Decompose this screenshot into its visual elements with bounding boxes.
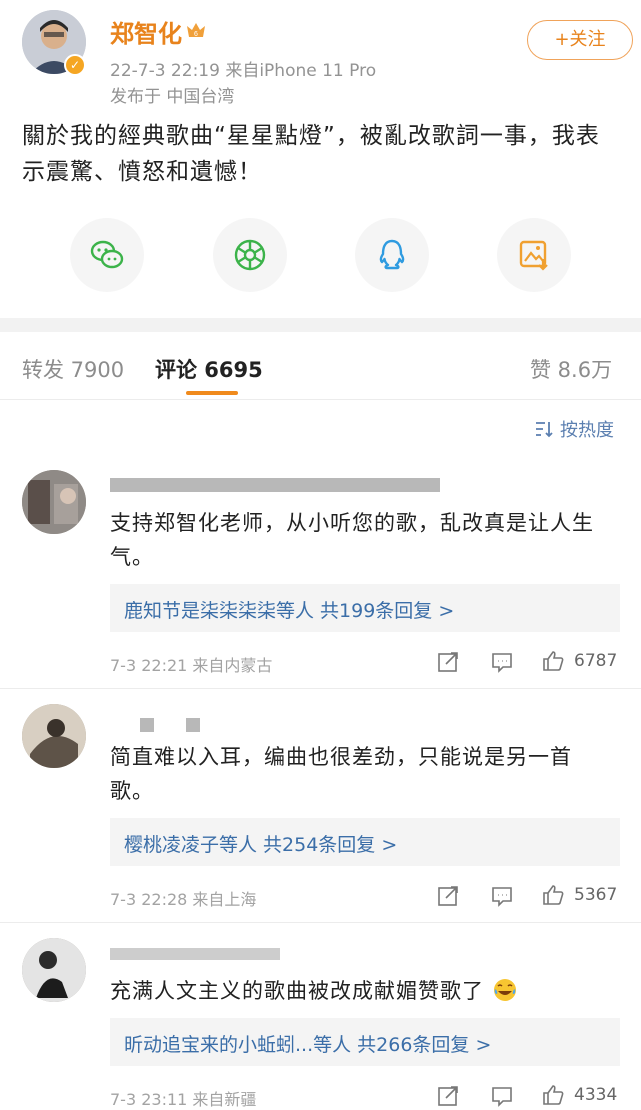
like-icon[interactable] xyxy=(541,883,565,907)
active-tab-indicator xyxy=(186,391,238,395)
svg-text:6: 6 xyxy=(194,31,198,38)
like-icon[interactable] xyxy=(541,1083,565,1107)
reply-summary-text: 鹿知节是柒柒柒柒等人 共199条回复 > xyxy=(124,600,455,622)
share-wechat-button[interactable] xyxy=(70,218,144,292)
commenter-name-obscured xyxy=(140,718,154,732)
reply-summary[interactable]: 昕动追宝来的小蚯蚓...等人 共266条回复 > xyxy=(110,1018,620,1066)
save-image-button[interactable] xyxy=(497,218,571,292)
commenter-avatar[interactable] xyxy=(22,704,86,768)
commenter-name-obscured xyxy=(186,718,200,732)
comment-separator xyxy=(0,922,641,923)
like-count: 5367 xyxy=(574,885,618,905)
post-location: 发布于 中国台湾 xyxy=(110,87,235,107)
comment-meta: 7-3 22:28 来自上海 xyxy=(110,890,257,909)
post-time-source: 22-7-3 22:19 来自iPhone 11 Pro xyxy=(110,61,377,81)
share-icon[interactable] xyxy=(436,884,460,908)
post-text: 關於我的經典歌曲“星星點燈”，被亂改歌詞一事，我表示震驚、憤怒和遺憾！ xyxy=(22,123,600,185)
commenter-avatar[interactable] xyxy=(22,470,86,534)
commenter-name-obscured xyxy=(110,948,280,960)
reply-summary-text: 昕动追宝来的小蚯蚓...等人 共266条回复 > xyxy=(124,1034,492,1056)
commenter-name-obscured xyxy=(110,478,440,492)
verified-badge-icon: ✓ xyxy=(64,54,86,76)
sort-icon xyxy=(536,422,553,438)
comment-text: 简直难以入耳，编曲也很差劲，只能说是另一首歌。 xyxy=(110,745,572,803)
sort-button[interactable]: 按热度 xyxy=(534,416,614,442)
qq-icon xyxy=(379,239,405,270)
like-icon[interactable] xyxy=(541,649,565,673)
save-image-icon xyxy=(519,240,548,271)
comment-separator xyxy=(0,688,641,689)
share-icon[interactable] xyxy=(436,1084,460,1108)
comment-icon[interactable] xyxy=(490,650,514,674)
tab-likes[interactable]: 赞 8.6万 xyxy=(530,354,612,384)
reply-summary-text: 樱桃凌凌子等人 共254条回复 > xyxy=(124,834,398,856)
comment-icon[interactable] xyxy=(490,884,514,908)
tab-repost[interactable]: 转发 7900 xyxy=(22,354,124,384)
comment-icon[interactable] xyxy=(490,1084,514,1108)
follow-button[interactable]: +关注 xyxy=(527,20,633,60)
author-name[interactable]: 郑智化 xyxy=(110,14,182,49)
comment-text: 充满人文主义的歌曲被改成献媚赞歌了 xyxy=(110,974,615,1008)
share-icon[interactable] xyxy=(436,650,460,674)
comment-meta: 7-3 23:11 来自新疆 xyxy=(110,1090,257,1109)
vip-crown-icon: 6 xyxy=(187,23,205,38)
reply-summary[interactable]: 樱桃凌凌子等人 共254条回复 > xyxy=(110,818,620,866)
commenter-avatar[interactable] xyxy=(22,938,86,1002)
sort-label: 按热度 xyxy=(560,420,614,441)
comment-text-body: 充满人文主义的歌曲被改成献媚赞歌了 xyxy=(110,979,484,1003)
reply-summary[interactable]: 鹿知节是柒柒柒柒等人 共199条回复 > xyxy=(110,584,620,632)
section-divider xyxy=(0,318,641,332)
tab-comments[interactable]: 评论 6695 xyxy=(155,354,263,384)
like-count: 4334 xyxy=(574,1085,618,1105)
like-count: 6787 xyxy=(574,651,618,671)
comment-meta: 7-3 22:21 来自内蒙古 xyxy=(110,656,273,675)
share-qq-button[interactable] xyxy=(355,218,429,292)
share-moments-button[interactable] xyxy=(213,218,287,292)
moments-icon xyxy=(234,239,266,271)
wechat-icon xyxy=(90,240,124,269)
comment-text: 支持郑智化老师，从小听您的歌，乱改真是让人生气。 xyxy=(110,511,594,569)
tab-divider xyxy=(0,399,641,400)
laugh-cry-emoji-icon xyxy=(493,979,516,1001)
